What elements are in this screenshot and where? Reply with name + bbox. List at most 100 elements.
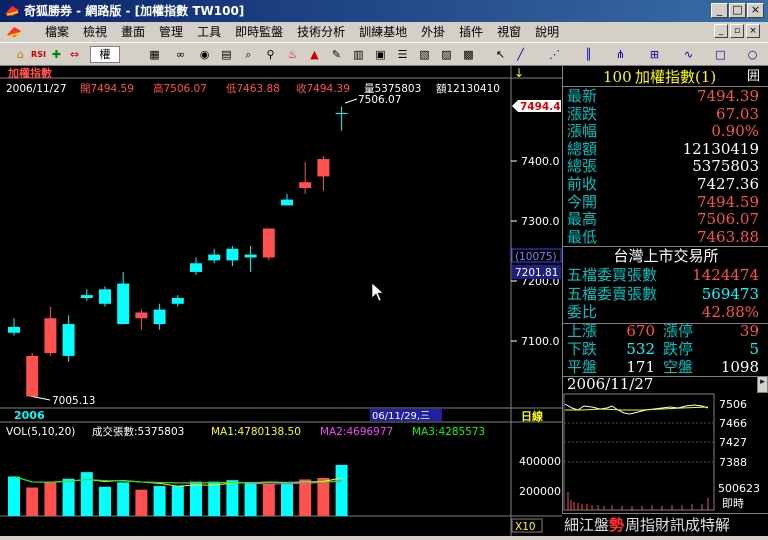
candle	[153, 303, 166, 330]
bars-icon[interactable]: ║	[580, 46, 597, 63]
vol-params: VOL(5,10,20)	[6, 426, 75, 438]
menu-help[interactable]: 說明	[528, 22, 566, 42]
quote-row-value: 7463.88	[696, 227, 759, 246]
bell-icon[interactable]: ▲	[306, 46, 323, 63]
quote-menu-icon[interactable]: 囲	[747, 68, 760, 86]
candle	[226, 245, 239, 267]
maximize-button[interactable]: □	[729, 3, 746, 18]
menu-realtime-monitor[interactable]: 即時監盤	[228, 22, 290, 42]
quote-code: 100	[603, 68, 632, 86]
arrows-icon[interactable]: ⇔	[66, 46, 83, 63]
home-icon[interactable]: ⌂	[12, 46, 29, 63]
chart-date: 2006/11/27	[6, 83, 67, 95]
quote-row-label: 最低	[567, 227, 598, 246]
mdi-close-button[interactable]: ×	[746, 24, 760, 38]
table-icon[interactable]: ▣	[372, 46, 389, 63]
mini-chart-svg[interactable]: 7506 7466 7427 7388 500623 即時	[562, 392, 768, 512]
candle-body	[44, 318, 57, 353]
blocks-icon[interactable]: ▦	[146, 46, 163, 63]
min-mark-line	[29, 395, 51, 401]
stat-value: 532	[626, 340, 655, 358]
volume-bar	[62, 478, 75, 516]
period-tag[interactable]: 日線	[521, 409, 543, 423]
quote-row-label: 今開	[567, 192, 598, 211]
menu-view[interactable]: 檢視	[76, 22, 114, 42]
menu-screen[interactable]: 畫面	[114, 22, 152, 42]
window-title: 奇狐勝券 - 網路版 - [加權指數 TW100]	[24, 4, 245, 18]
mini-scroll-button[interactable]: ▸	[757, 376, 768, 393]
wave-icon[interactable]: ∿	[680, 46, 697, 63]
find-icon[interactable]: ⚲	[262, 46, 279, 63]
mdi-restore-button[interactable]: ▫	[730, 24, 744, 38]
pointer-icon[interactable]: ↖	[492, 46, 509, 63]
anchor-icon[interactable]: ↓	[514, 66, 524, 80]
candle-body	[99, 289, 111, 304]
quote-row-label: 最高	[567, 210, 598, 229]
grid2-icon[interactable]: ⊞	[646, 46, 663, 63]
alarm-icon[interactable]: ♨	[284, 46, 301, 63]
candles-group	[8, 106, 348, 397]
quote-row: 今開 7494.59	[563, 193, 768, 212]
menu-tools[interactable]: 工具	[190, 22, 228, 42]
menu-file[interactable]: 檔案	[38, 22, 76, 42]
chart3-icon[interactable]: ▩	[460, 46, 477, 63]
quote-row-value: 12130419	[682, 139, 759, 158]
pen-icon[interactable]: ✎	[328, 46, 345, 63]
search-icon[interactable]: ⌕	[240, 46, 257, 63]
order-row-value: 569473	[701, 284, 759, 303]
candle-body	[62, 324, 75, 356]
stat-value: 670	[626, 322, 655, 340]
candle	[62, 315, 75, 362]
circles-icon[interactable]: ∞	[172, 46, 189, 63]
chart-icon[interactable]: ▧	[416, 46, 433, 63]
mini-tick-7506: 7506	[719, 398, 747, 411]
eye-icon[interactable]: ◉	[196, 46, 213, 63]
rsi-icon[interactable]: RSI	[30, 46, 47, 63]
app-window: 奇狐勝券 - 網路版 - [加權指數 TW100] _ □ × 檔案 檢視 畫面…	[0, 0, 768, 536]
book-icon[interactable]: ▤	[218, 46, 235, 63]
close-button[interactable]: ×	[747, 3, 764, 18]
menu-external[interactable]: 外掛	[414, 22, 452, 42]
system-menu-icon[interactable]	[6, 25, 22, 39]
candle	[299, 161, 312, 194]
title-bar: 奇狐勝券 - 網路版 - [加權指數 TW100] _ □ ×	[0, 0, 768, 22]
quote-row-label: 前收	[567, 175, 598, 193]
volume-bar	[190, 481, 202, 516]
volume-bar	[262, 483, 275, 516]
period-select[interactable]: 權	[90, 46, 120, 63]
menu-bar: 檔案 檢視 畫面 管理 工具 即時監盤 技術分析 訓練基地 外掛 插件 視窗 說…	[0, 22, 768, 42]
menu-plugins[interactable]: 插件	[452, 22, 490, 42]
quote-name: 加權指數(1)	[635, 68, 717, 86]
quote-row: 總額 12130419	[563, 140, 768, 159]
grid-icon[interactable]: ▥	[350, 46, 367, 63]
quote-row-value: 7506.07	[696, 210, 759, 229]
candle	[262, 228, 275, 261]
minimize-button[interactable]: _	[711, 3, 728, 18]
candle	[190, 257, 202, 275]
quote-row-label: 總額	[567, 139, 598, 158]
chart2-icon[interactable]: ▨	[438, 46, 455, 63]
lines-icon[interactable]: ⋰	[546, 46, 563, 63]
news-ticker[interactable]: 細江盤 勢 周指財訊成特解	[562, 513, 768, 536]
news-icon[interactable]: ☰	[394, 46, 411, 63]
chart-name: 加權指數	[7, 66, 52, 80]
menu-window[interactable]: 視窗	[490, 22, 528, 42]
fan-icon[interactable]: ⋔	[612, 46, 629, 63]
candle	[208, 248, 221, 264]
chart-svg[interactable]: 加權指數 ↓ 2006/11/27 開7494.59 高7506.07 低746…	[0, 66, 562, 536]
rect-icon[interactable]: □	[712, 46, 729, 63]
order-row-label: 委比	[567, 303, 598, 321]
stat-value: 5	[749, 340, 759, 358]
stat-value: 39	[739, 322, 759, 340]
mdi-minimize-button[interactable]: _	[714, 24, 728, 38]
volume-bar	[135, 489, 148, 516]
mini-intraday-chart[interactable]: 7506 7466 7427 7388 500623 即時	[562, 392, 768, 512]
circle-icon[interactable]: ○	[744, 46, 761, 63]
crosshair-icon[interactable]: ✚	[48, 46, 65, 63]
candle-body	[262, 228, 275, 258]
menu-manage[interactable]: 管理	[152, 22, 190, 42]
menu-technical-analysis[interactable]: 技術分析	[290, 22, 352, 42]
low-label: 低7463.88	[226, 82, 280, 95]
menu-training[interactable]: 訓練基地	[352, 22, 414, 42]
line-icon[interactable]: ╱	[512, 46, 529, 63]
